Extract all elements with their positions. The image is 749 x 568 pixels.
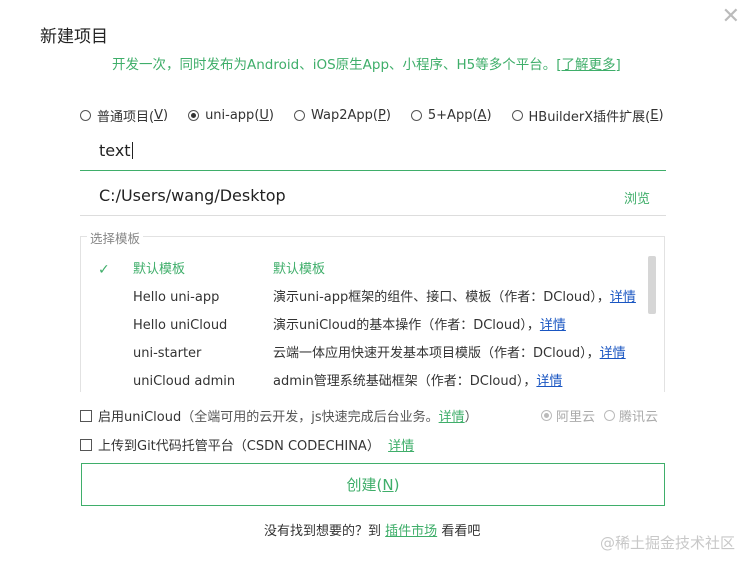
provider-tencent-label: 腾讯云 xyxy=(619,410,659,425)
template-row[interactable]: uniCloud admin admin管理系统基础框架（作者：DCloud），详… xyxy=(98,368,638,391)
project-type-label: HBuilderX插件扩展( xyxy=(528,110,651,125)
template-detail-link[interactable]: 详情 xyxy=(600,346,626,361)
template-description-text: admin管理系统基础框架（作者：DCloud）， xyxy=(273,374,537,389)
project-type-0[interactable]: 普通项目(V) xyxy=(80,106,168,125)
unicloud-detail-link[interactable]: 详情 xyxy=(439,406,465,425)
template-detail-link[interactable]: 详情 xyxy=(540,318,566,333)
git-label[interactable]: 上传到Git代码托管平台（CSDN CODECHINA） xyxy=(98,435,380,454)
browse-button[interactable]: 浏览 xyxy=(624,188,650,207)
project-type-key: A xyxy=(477,108,487,123)
project-type-key: V xyxy=(154,108,163,123)
template-description-text: 演示uniCloud的基本操作（作者：DCloud）， xyxy=(273,318,540,333)
template-description-text: 云端一体应用快速开发基本项目模版（作者：DCloud）， xyxy=(273,346,600,361)
template-name: 默认模板 xyxy=(133,262,186,277)
learn-more-link[interactable]: [了解更多] xyxy=(556,57,621,73)
git-option: 上传到Git代码托管平台（CSDN CODECHINA） 详情 xyxy=(80,435,414,454)
template-legend: 选择模板 xyxy=(87,228,144,247)
template-description-text: 默认模板 xyxy=(273,262,326,277)
text-caret xyxy=(131,142,133,159)
template-description: 演示uniCloud的基本操作（作者：DCloud），详情 xyxy=(273,312,566,340)
create-button-key: N xyxy=(382,475,394,494)
project-type-suffix: ) xyxy=(162,108,169,123)
project-type-label: Wap2App( xyxy=(310,108,378,123)
project-type-radio[interactable] xyxy=(188,110,200,121)
template-description-text: 演示uni-app框架的组件、接口、模板（作者：DCloud）， xyxy=(273,290,610,305)
create-button-label: 创建( xyxy=(346,476,383,494)
project-type-radio[interactable] xyxy=(293,110,305,121)
template-name: Hello uniCloud xyxy=(133,318,228,333)
provider-aliyun-label: 阿里云 xyxy=(556,410,596,425)
template-row[interactable]: Hello uni-app 演示uni-app框架的组件、接口、模板（作者：DCl… xyxy=(98,284,638,312)
checkmark-icon: ✓ xyxy=(98,262,110,278)
git-detail-link[interactable]: 详情 xyxy=(388,435,414,454)
project-type-suffix: ) xyxy=(658,108,664,123)
footer-text: 没有找到想要的？到 插件市场 看看吧 xyxy=(264,520,480,539)
unicloud-option: 启用uniCloud （全端可用的云开发，js快速完成后台业务。 详情） xyxy=(80,406,478,425)
project-type-suffix: ) xyxy=(486,108,492,123)
template-detail-link[interactable]: 详情 xyxy=(610,290,636,305)
footer-suffix: 看看吧 xyxy=(441,524,481,539)
template-name: uniCloud admin xyxy=(133,374,236,389)
project-type-key: U xyxy=(259,108,269,123)
project-name-field[interactable]: text xyxy=(80,132,666,171)
unicloud-hint-end: ） xyxy=(464,410,478,425)
unicloud-checkbox[interactable] xyxy=(80,409,92,422)
project-type-label: 5+App( xyxy=(427,108,478,123)
project-type-suffix: ) xyxy=(385,108,391,123)
template-name: Hello uni-app xyxy=(133,290,220,305)
template-name: uni-starter xyxy=(133,346,202,361)
template-description: 默认模板 xyxy=(273,256,325,284)
project-path-field[interactable]: C:/Users/wang/Desktop 浏览 xyxy=(80,177,666,216)
template-list: ✓ 默认模板 默认模板 Hello uni-app 演示uni-app框架的组件、接口、… xyxy=(98,256,638,391)
provider-aliyun-radio[interactable] xyxy=(541,410,552,421)
project-type-key: P xyxy=(377,108,386,123)
provider-tencent-radio[interactable] xyxy=(604,410,615,421)
git-checkbox[interactable] xyxy=(80,438,92,451)
template-description: 云端一体应用快速开发基本项目模版（作者：DCloud），详情 xyxy=(273,340,626,368)
plugin-market-link[interactable]: 插件市场 xyxy=(385,524,437,539)
project-type-radio[interactable] xyxy=(80,110,91,121)
unicloud-label[interactable]: 启用uniCloud xyxy=(98,406,181,425)
template-row[interactable]: Hello uniCloud 演示uniCloud的基本操作（作者：DCloud）… xyxy=(98,312,638,340)
unicloud-hint: （全端可用的云开发，js快速完成后台业务。 xyxy=(181,410,439,425)
template-description: admin管理系统基础框架（作者：DCloud），详情 xyxy=(273,368,562,391)
create-button-suffix: ) xyxy=(393,475,400,494)
footer-prefix: 没有找到想要的？到 xyxy=(264,524,382,539)
provider-aliyun[interactable]: 阿里云 xyxy=(541,406,595,425)
subtitle-text: 开发一次，同时发布为Android、iOS原生App、小程序、H5等多个平台。 xyxy=(112,57,557,73)
create-button[interactable]: 创建(N) xyxy=(81,463,665,506)
project-name-value: text xyxy=(99,141,131,160)
project-type-group: 普通项目(V) uni-app(U) Wap2App(P) 5+App(A) HBuil… xyxy=(80,106,664,125)
close-icon[interactable]: ✕ xyxy=(722,4,740,29)
project-type-4[interactable]: HBuilderX插件扩展(E) xyxy=(511,106,664,125)
project-type-key: E xyxy=(650,108,659,123)
provider-tencent[interactable]: 腾讯云 xyxy=(604,406,658,425)
template-scrollbar[interactable] xyxy=(648,256,656,314)
watermark: @稀土掘金技术社区 xyxy=(599,534,735,552)
project-type-radio[interactable] xyxy=(511,110,523,121)
template-row[interactable]: ✓ 默认模板 默认模板 xyxy=(98,256,638,284)
project-path-value: C:/Users/wang/Desktop xyxy=(99,186,286,205)
project-type-2[interactable]: Wap2App(P) xyxy=(293,106,391,125)
project-type-1[interactable]: uni-app(U) xyxy=(188,106,274,125)
project-type-suffix: ) xyxy=(268,108,274,123)
template-detail-link[interactable]: 详情 xyxy=(536,374,562,389)
template-description: 演示uni-app框架的组件、接口、模板（作者：DCloud），详情 xyxy=(273,284,636,312)
project-type-3[interactable]: 5+App(A) xyxy=(410,106,492,125)
project-type-label: uni-app( xyxy=(205,108,260,123)
project-type-radio[interactable] xyxy=(410,110,422,121)
dialog-title: 新建项目 xyxy=(40,27,108,47)
project-type-label: 普通项目( xyxy=(97,110,155,125)
template-row[interactable]: uni-starter 云端一体应用快速开发基本项目模版（作者：DCloud），详… xyxy=(98,340,638,368)
dialog-subtitle: 开发一次，同时发布为Android、iOS原生App、小程序、H5等多个平台。[… xyxy=(112,53,621,73)
